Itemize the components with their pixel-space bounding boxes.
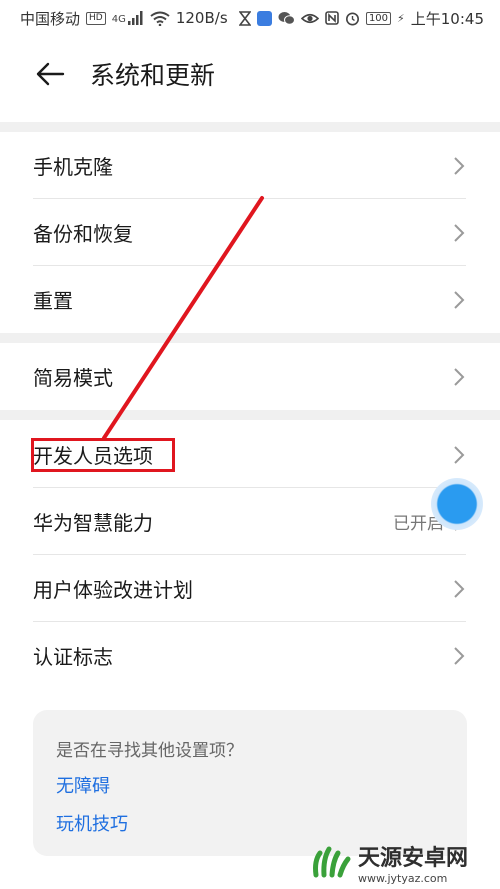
alarm-icon — [345, 12, 359, 25]
settings-row-huawei-smart-ability[interactable]: 华为智慧能力 已开启 — [0, 488, 500, 555]
hd-badge: HD — [86, 11, 106, 25]
chevron-right-icon — [454, 579, 465, 598]
wechat-icon — [278, 11, 295, 25]
floating-assistive-ball[interactable] — [431, 478, 483, 530]
status-bar: 中国移动 HD 4G 120B/s 100 ⚡ 上午10:45 — [0, 0, 500, 36]
watermark-url: www.jytyaz.com — [358, 871, 448, 885]
chevron-right-icon — [454, 367, 465, 386]
site-watermark: 天源安卓网 www.jytyaz.com — [310, 835, 500, 889]
back-button[interactable] — [28, 52, 72, 96]
settings-row-certification-logos[interactable]: 认证标志 — [0, 622, 500, 689]
row-label: 华为智慧能力 — [33, 511, 153, 535]
suggestion-link-tips[interactable]: 玩机技巧 — [56, 810, 128, 836]
settings-row-backup-restore[interactable]: 备份和恢复 — [0, 199, 500, 266]
battery-icon: 100 — [365, 11, 392, 25]
group-divider — [0, 410, 500, 420]
watermark-logo-icon — [313, 846, 351, 878]
wifi-icon — [150, 11, 170, 26]
back-arrow-icon — [36, 62, 65, 86]
row-label: 用户体验改进计划 — [33, 578, 193, 602]
row-label: 手机克隆 — [33, 155, 113, 179]
suggestion-question: 是否在寻找其他设置项？ — [56, 741, 243, 761]
settings-row-simple-mode[interactable]: 简易模式 — [0, 343, 500, 410]
group-divider — [0, 333, 500, 343]
status-right: 100 ⚡ 上午10:45 — [238, 8, 484, 29]
settings-row-reset[interactable]: 重置 — [0, 266, 500, 333]
app-header: 系统和更新 — [0, 46, 500, 102]
network-speed: 120B/s — [175, 9, 228, 27]
chevron-right-icon — [454, 223, 465, 242]
row-label: 备份和恢复 — [33, 222, 133, 246]
network-type: 4G — [111, 13, 126, 25]
row-label: 简易模式 — [33, 366, 113, 390]
watermark-name: 天源安卓网 — [358, 845, 469, 871]
page-title: 系统和更新 — [90, 61, 216, 90]
group-divider — [0, 122, 500, 132]
chevron-right-icon — [454, 156, 465, 175]
row-label: 认证标志 — [33, 645, 113, 669]
chevron-right-icon — [454, 445, 465, 464]
status-left: 中国移动 HD 4G 120B/s — [20, 8, 228, 29]
eye-icon — [300, 13, 319, 23]
clock-time: 上午10:45 — [410, 9, 484, 28]
app-notification-icon — [256, 10, 272, 26]
annotation-highlight-box — [31, 438, 175, 472]
nfc-icon — [325, 11, 339, 25]
carrier-name: 中国移动 — [20, 9, 81, 28]
hourglass-icon — [238, 10, 251, 26]
charging-icon: ⚡ — [397, 11, 405, 25]
signal-icon — [127, 11, 143, 25]
chevron-right-icon — [454, 646, 465, 665]
settings-row-user-experience[interactable]: 用户体验改进计划 — [0, 555, 500, 622]
chevron-right-icon — [454, 290, 465, 309]
settings-row-phone-clone[interactable]: 手机克隆 — [0, 132, 500, 199]
suggestion-link-accessibility[interactable]: 无障碍 — [56, 772, 110, 798]
row-label: 重置 — [33, 289, 73, 313]
